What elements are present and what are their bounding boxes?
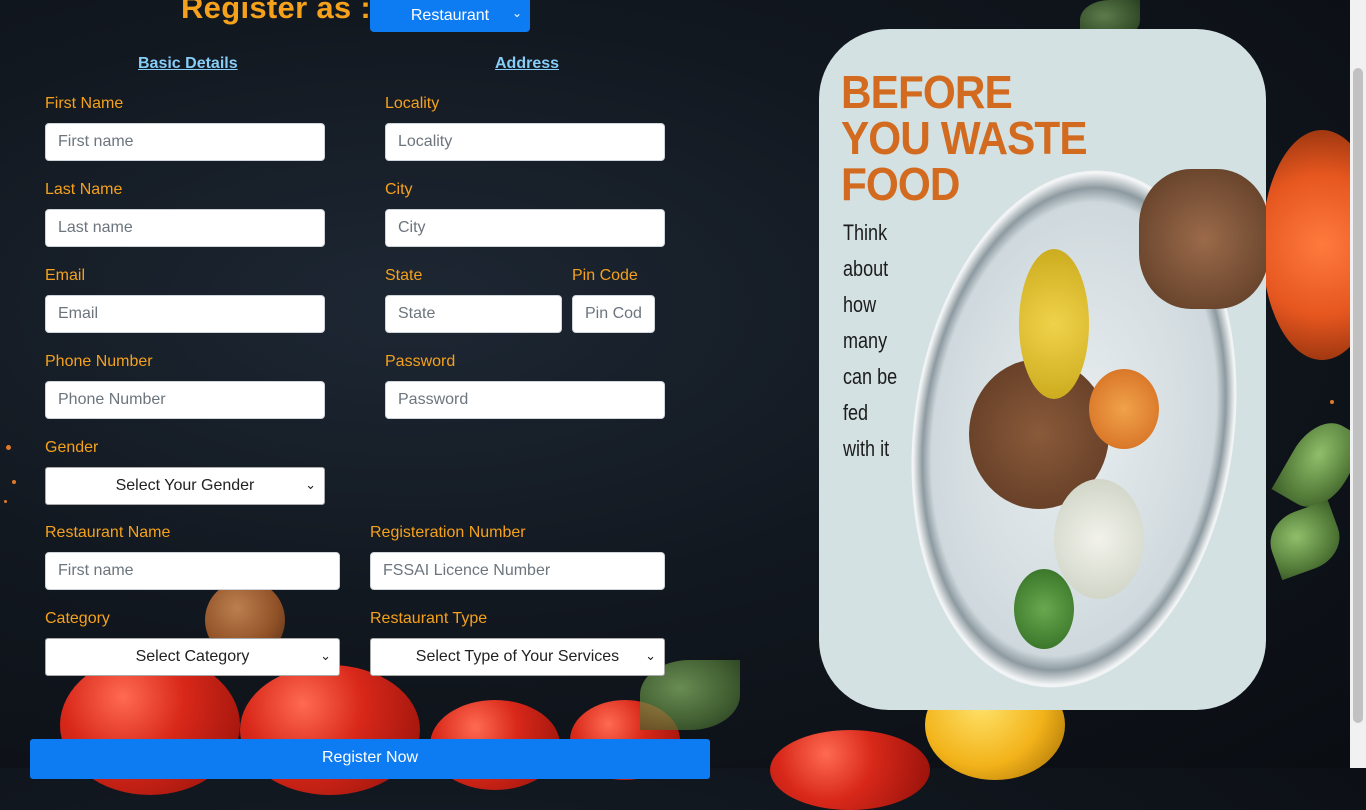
register-header: Register as :	[181, 0, 371, 26]
last-name-input[interactable]	[45, 209, 325, 247]
corn-food	[1019, 249, 1089, 399]
first-name-input[interactable]	[45, 123, 325, 161]
first-name-label: First Name	[45, 95, 124, 112]
gender-select-value: Select Your Gender	[115, 477, 255, 494]
pin-code-label: Pin Code	[572, 267, 638, 284]
chevron-down-icon: ⌄	[645, 648, 656, 663]
poster-subtext: Think about how many can be fed with it	[843, 215, 925, 467]
spice-speck	[4, 500, 7, 503]
chevron-down-icon: ⌄	[511, 6, 522, 20]
poster-subtext-line: how many	[843, 292, 888, 353]
restaurant-type-select[interactable]: Select Type of Your Services ⌄	[370, 638, 665, 676]
restaurant-type-label: Restaurant Type	[370, 610, 488, 627]
password-label: Password	[385, 353, 456, 370]
spice-speck	[12, 480, 16, 484]
poster-headline-line: FOOD	[841, 158, 960, 210]
register-now-label: Register Now	[321, 749, 419, 766]
poster-subtext-line: can be fed	[843, 364, 898, 425]
last-name-label: Last Name	[45, 181, 123, 198]
poster-headline: BEFORE YOU WASTE FOOD	[841, 66, 1088, 210]
chevron-down-icon: ⌄	[305, 477, 316, 492]
registration-number-input[interactable]	[370, 552, 665, 590]
restaurant-name-label: Restaurant Name	[45, 524, 171, 541]
chevron-down-icon: ⌄	[320, 648, 331, 663]
restaurant-type-select-value: Select Type of Your Services	[415, 648, 620, 665]
rice-food	[1054, 479, 1144, 599]
pin-code-input[interactable]	[572, 295, 655, 333]
address-link[interactable]: Address	[495, 55, 559, 73]
register-now-button[interactable]: Register Now	[30, 739, 710, 779]
page-title: Register as :	[181, 0, 371, 25]
phone-input[interactable]	[45, 381, 325, 419]
state-input[interactable]	[385, 295, 562, 333]
poster-headline-line: BEFORE	[841, 66, 1013, 118]
spice-speck	[6, 445, 11, 450]
locality-input[interactable]	[385, 123, 665, 161]
gender-label: Gender	[45, 439, 99, 456]
category-select-value: Select Category	[135, 648, 250, 665]
poster-subtext-line: Think about	[843, 220, 889, 281]
role-select[interactable]: Restaurant ⌄	[370, 0, 530, 32]
fruit-food	[1089, 369, 1159, 449]
food-waste-poster: BEFORE YOU WASTE FOOD Think about how ma…	[819, 29, 1266, 710]
poster-subtext-line: with it	[843, 436, 890, 461]
category-label: Category	[45, 610, 110, 627]
registration-number-label: Registeration Number	[370, 524, 526, 541]
locality-label: Locality	[385, 95, 440, 112]
hand-image	[1139, 169, 1266, 309]
greens-food	[1014, 569, 1074, 649]
gender-select[interactable]: Select Your Gender ⌄	[45, 467, 325, 505]
email-label: Email	[45, 267, 86, 284]
city-label: City	[385, 181, 413, 198]
state-label: State	[385, 267, 423, 284]
spice-speck	[1330, 400, 1334, 404]
category-select[interactable]: Select Category ⌄	[45, 638, 340, 676]
tomato	[770, 730, 930, 810]
password-input[interactable]	[385, 381, 665, 419]
bay-leaf	[1261, 499, 1349, 581]
role-select-value: Restaurant	[410, 7, 490, 24]
email-input[interactable]	[45, 295, 325, 333]
restaurant-name-input[interactable]	[45, 552, 340, 590]
poster-headline-line: YOU WASTE	[841, 112, 1088, 164]
page-scrollbar[interactable]	[1350, 0, 1366, 768]
city-input[interactable]	[385, 209, 665, 247]
phone-label: Phone Number	[45, 353, 153, 370]
basic-details-link[interactable]: Basic Details	[138, 55, 238, 73]
scrollbar-thumb[interactable]	[1353, 68, 1363, 723]
